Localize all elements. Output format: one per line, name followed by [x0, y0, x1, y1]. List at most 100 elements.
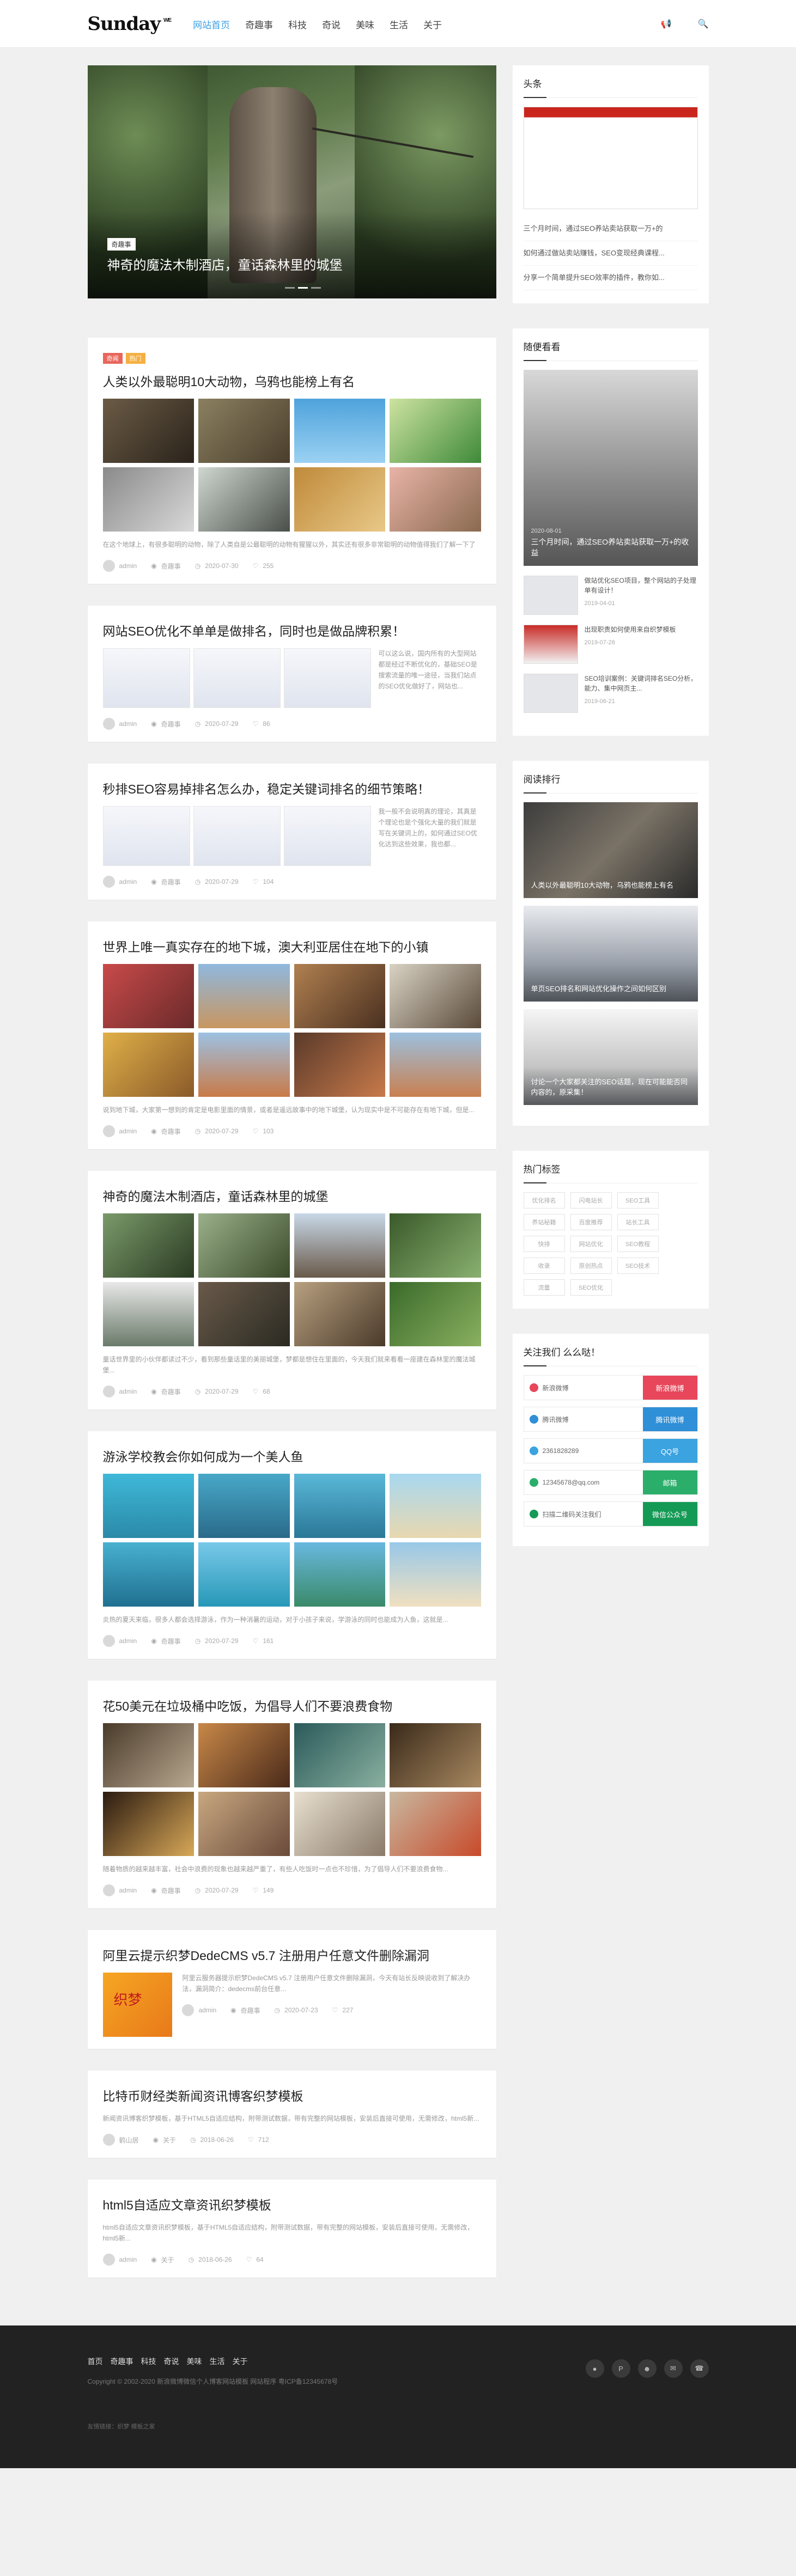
footer-link[interactable]: 美味	[187, 2356, 202, 2367]
footer-link[interactable]: 科技	[141, 2356, 156, 2367]
heart-icon[interactable]: ♡	[253, 1127, 259, 1135]
post-card: 阿里云提示织梦DedeCMS v5.7 注册用户任意文件删除漏洞 织梦 阿里云服…	[87, 1930, 496, 2049]
main-nav: 网站首页 奇趣事 科技 奇说 美味 生活 关于	[193, 17, 442, 31]
footer-link[interactable]: 关于	[233, 2356, 248, 2367]
post-title[interactable]: 秒排SEO容易掉排名怎么办，稳定关键词排名的细节策略！	[103, 779, 481, 797]
post-title[interactable]: 花50美元在垃圾桶中吃饭，为倡导人们不要浪费食物	[103, 1696, 481, 1714]
post-gallery[interactable]	[102, 399, 481, 532]
tag-item[interactable]: SEO工具	[617, 1192, 659, 1208]
heart-icon[interactable]: ♡	[246, 2256, 252, 2263]
tag-item[interactable]: 原创热点	[570, 1258, 612, 1274]
clock-icon: ◷	[195, 1637, 201, 1645]
post-gallery[interactable]	[102, 1723, 481, 1856]
tag-item[interactable]: SEO教程	[617, 1236, 659, 1252]
weibo-icon	[529, 1383, 538, 1392]
post-title[interactable]: 网站SEO优化不单单是做排名，同时也是做品牌积累！	[103, 621, 481, 639]
post-tag[interactable]: 奇闻	[102, 353, 123, 364]
tag-item[interactable]: 百度推荐	[570, 1214, 612, 1230]
post-thumb[interactable]: 织梦	[102, 1973, 173, 2037]
footer-link[interactable]: 奇说	[164, 2356, 179, 2367]
toutiao-image[interactable]	[523, 107, 698, 209]
rank-item[interactable]: 单页SEO排名和网站优化操作之间如何区别	[523, 906, 698, 1002]
footer-link[interactable]: 奇趣事	[111, 2356, 133, 2367]
footer-link[interactable]: 首页	[88, 2356, 103, 2367]
nav-about[interactable]: 关于	[423, 17, 442, 31]
wechat-icon[interactable]: ☎	[690, 2359, 709, 2378]
post-title[interactable]: 神奇的魔法木制酒店，童话森林里的城堡	[103, 1186, 481, 1205]
friend-links[interactable]: 友情链接：织梦 模板之家	[88, 2422, 709, 2431]
heart-icon[interactable]: ♡	[253, 1887, 259, 1894]
qq-icon[interactable]: ☻	[637, 2359, 657, 2378]
nav-keji[interactable]: 科技	[288, 17, 307, 31]
heart-icon[interactable]: ♡	[253, 1637, 259, 1645]
hero-slider[interactable]: 奇趣事 神奇的魔法木制酒店，童话森林里的城堡	[87, 65, 496, 298]
post-title[interactable]: 阿里云提示织梦DedeCMS v5.7 注册用户任意文件删除漏洞	[103, 1945, 481, 1964]
slider-dots[interactable]	[284, 287, 321, 289]
toutiao-item[interactable]: 分享一个简单提升SEO效率的插件，教你如...	[523, 266, 698, 290]
tag-item[interactable]: SEO技术	[617, 1258, 659, 1274]
tag-item[interactable]: 网站优化	[570, 1236, 612, 1252]
post-gallery[interactable]	[102, 964, 481, 1097]
megaphone-icon[interactable]: 📢	[661, 19, 672, 29]
toutiao-item[interactable]: 如何通过做站卖站赚钱，SEO变现经典课程...	[523, 241, 698, 266]
follow-button[interactable]: 新浪微博	[642, 1376, 697, 1400]
tag-item[interactable]: 收录	[523, 1258, 565, 1274]
random-item[interactable]: SEO培训案例：关键词排名SEO分析，能力、集中网页主... 2019-06-21	[523, 674, 698, 713]
nav-shenghuo[interactable]: 生活	[390, 17, 408, 31]
post-meta: 鹤山居 ◉ 关于 ◷ 2018-06-26 ♡ 712	[102, 2134, 481, 2146]
follow-button[interactable]: QQ号	[642, 1439, 697, 1463]
logo[interactable]: Sunday WE	[88, 13, 172, 35]
hero-tag[interactable]: 奇趣事	[107, 238, 136, 251]
heart-icon[interactable]: ♡	[248, 2136, 254, 2144]
rank-item[interactable]: 讨论一个大家都关注的SEO话题，现在可能能否同内容的，原采集！	[523, 1009, 698, 1105]
avatar	[102, 560, 115, 572]
clock-icon: ◷	[274, 2006, 281, 2014]
search-icon[interactable]: 🔍	[698, 19, 709, 29]
post-gallery[interactable]	[102, 1213, 481, 1346]
tag-item[interactable]: 优化排名	[523, 1192, 565, 1208]
heart-icon[interactable]: ♡	[253, 1388, 259, 1395]
hero-title[interactable]: 神奇的魔法木制酒店，童话森林里的城堡	[107, 254, 343, 273]
mail-icon[interactable]: ✉	[664, 2359, 683, 2378]
nav-home[interactable]: 网站首页	[193, 17, 230, 31]
post-thumbs[interactable]	[102, 648, 371, 708]
tag-item[interactable]: 养站秘籍	[523, 1214, 565, 1230]
follow-button[interactable]: 邮箱	[642, 1470, 697, 1494]
footer-social: ● P ☻ ✉ ☎	[585, 2359, 709, 2378]
footer-link[interactable]: 生活	[210, 2356, 225, 2367]
tag-item[interactable]: 闪电站长	[570, 1192, 612, 1208]
heart-icon[interactable]: ♡	[253, 878, 259, 886]
tag-item[interactable]: 快排	[523, 1236, 565, 1252]
heart-icon[interactable]: ♡	[253, 562, 259, 570]
post-title[interactable]: 比特币财经类新闻资讯博客织梦模板	[103, 2086, 481, 2104]
post-thumbs[interactable]	[102, 806, 371, 866]
weibo-icon[interactable]: ●	[585, 2359, 604, 2378]
post-title[interactable]: 人类以外最聪明10大动物，乌鸦也能榜上有名	[103, 371, 481, 390]
random-featured[interactable]: 2020-08-01 三个月时间，通过SEO养站卖站获取一万+的收益	[523, 370, 698, 566]
nav-qishuo[interactable]: 奇说	[322, 17, 341, 31]
tag-item[interactable]: SEO优化	[570, 1279, 612, 1296]
random-item[interactable]: 出现职责如何使用来自织梦模板 2019-07-28	[523, 625, 698, 664]
heart-icon[interactable]: ♡	[253, 720, 259, 728]
post-title[interactable]: 游泳学校教会你如何成为一个美人鱼	[103, 1446, 481, 1465]
post-tag[interactable]: 热门	[125, 353, 145, 364]
tencent-weibo-icon[interactable]: P	[611, 2359, 630, 2378]
mail-icon	[529, 1478, 538, 1487]
tag-item[interactable]: 流量	[523, 1279, 565, 1296]
heart-icon[interactable]: ♡	[332, 2006, 338, 2014]
follow-button[interactable]: 微信公众号	[642, 1502, 697, 1526]
follow-button[interactable]: 腾讯微博	[642, 1407, 697, 1431]
random-item[interactable]: 做站优化SEO项目，整个网站的子处理单有设计！ 2019-04-01	[523, 576, 698, 615]
nav-meiwei[interactable]: 美味	[356, 17, 374, 31]
tencent-weibo-icon	[529, 1415, 538, 1424]
wechat-icon	[529, 1510, 538, 1518]
tag-item[interactable]: 站长工具	[617, 1214, 659, 1230]
box-title: 随便看看	[523, 339, 698, 361]
toutiao-item[interactable]: 三个月时间，通过SEO养站卖站获取一万+的	[523, 217, 698, 241]
rank-item[interactable]: 人类以外最聪明10大动物，乌鸦也能榜上有名	[523, 802, 698, 898]
nav-qiqushi[interactable]: 奇趣事	[245, 17, 273, 31]
post-gallery[interactable]	[102, 1474, 481, 1607]
site-header: Sunday WE 网站首页 奇趣事 科技 奇说 美味 生活 关于 📢 🔍	[0, 0, 796, 48]
post-title[interactable]: 世界上唯一真实存在的地下城，澳大利亚居住在地下的小镇	[103, 937, 481, 955]
post-title[interactable]: html5自适应文章资讯织梦模板	[103, 2195, 481, 2213]
